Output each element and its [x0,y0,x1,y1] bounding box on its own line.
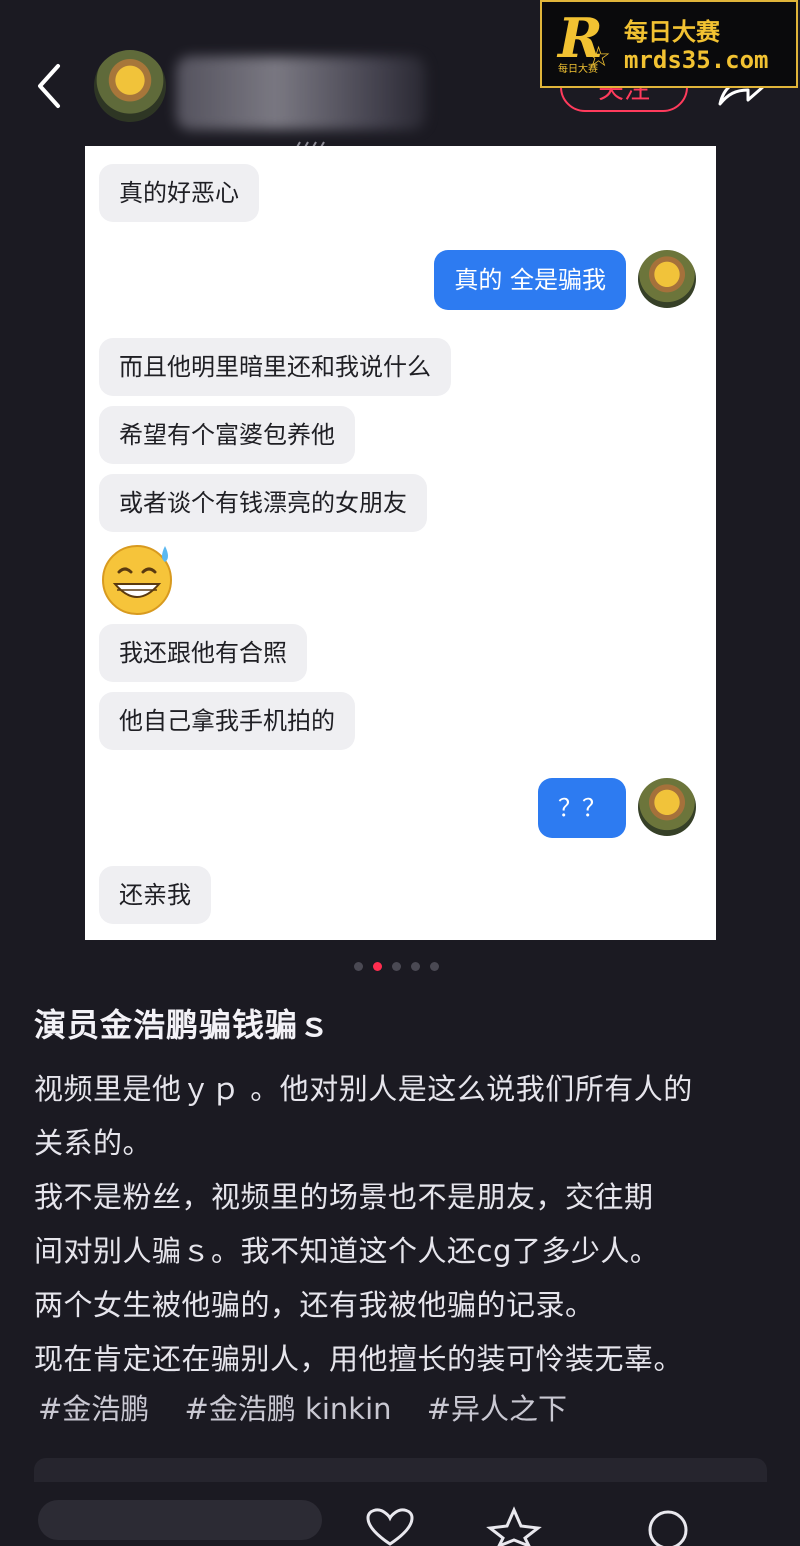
chat-bubble-incoming: 或者谈个有钱漂亮的女朋友 [99,474,427,532]
tag-list: #金浩鹏 #金浩鹏 kinkin #异人之下 [38,1386,593,1428]
chat-screenshot-image[interactable]: 真的好恶心 真的 全是骗我 而且他明里暗里还和我说什么 希望有个富婆包养他 或者… [85,146,716,940]
star-icon[interactable] [486,1506,542,1546]
carousel-dot[interactable] [392,962,401,971]
chat-bubble-outgoing: ？？ [538,778,626,838]
post-body-line: 现在肯定还在骗别人，用他擅长的装可怜装无辜。 [34,1342,684,1376]
comment-icon[interactable] [640,1506,696,1546]
post-body-line: 间对别人骗ｓ。我不知道这个人还cg了多少人。 [34,1234,660,1268]
carousel-dot[interactable] [430,962,439,971]
heart-icon[interactable] [362,1506,418,1546]
carousel-dot[interactable] [354,962,363,971]
sweat-smile-emoji [102,545,172,615]
post-body-line: 视频里是他ｙｐ 。他对别人是这么说我们所有人的 [34,1072,693,1106]
chat-avatar [638,778,696,836]
carousel-dot-active[interactable] [373,962,382,971]
chat-bubble-incoming: 真的好恶心 [99,164,259,222]
chat-bubble-incoming: 我还跟他有合照 [99,624,307,682]
author-avatar[interactable] [94,50,166,122]
chat-bubble-incoming: 希望有个富婆包养他 [99,406,355,464]
post-title: 演员金浩鹏骗钱骗ｓ [34,1006,332,1044]
chat-bubble-outgoing: 真的 全是骗我 [434,250,626,310]
watermark-small-text: 每日大赛 [558,64,598,75]
hashtag-link[interactable]: #金浩鹏 kinkin [185,1392,392,1426]
chat-bubble-incoming: 而且他明里暗里还和我说什么 [99,338,451,396]
carousel-dot[interactable] [411,962,420,971]
hashtag-link[interactable]: #金浩鹏 [38,1392,149,1426]
watermark-logo: R ☆ 每日大赛 每日大赛 mrds35.com [540,0,798,88]
chat-avatar [638,250,696,308]
post-body-line: 我不是粉丝，视频里的场景也不是朋友，交往期 [34,1180,654,1214]
chat-bubble-incoming: 他自己拿我手机拍的 [99,692,355,750]
post-body-line: 两个女生被他骗的，还有我被他骗的记录。 [34,1288,595,1322]
post-body-line: 关系的。 [34,1126,153,1160]
chat-bubble-incoming: 还亲我 [99,866,211,924]
watermark-title: 每日大赛 [624,18,720,46]
author-name-blurred[interactable] [176,56,426,130]
back-arrow-icon[interactable] [30,60,70,112]
watermark-url: mrds35.com [624,46,769,74]
comment-input[interactable] [38,1500,322,1540]
hashtag-link[interactable]: #异人之下 [427,1392,567,1426]
